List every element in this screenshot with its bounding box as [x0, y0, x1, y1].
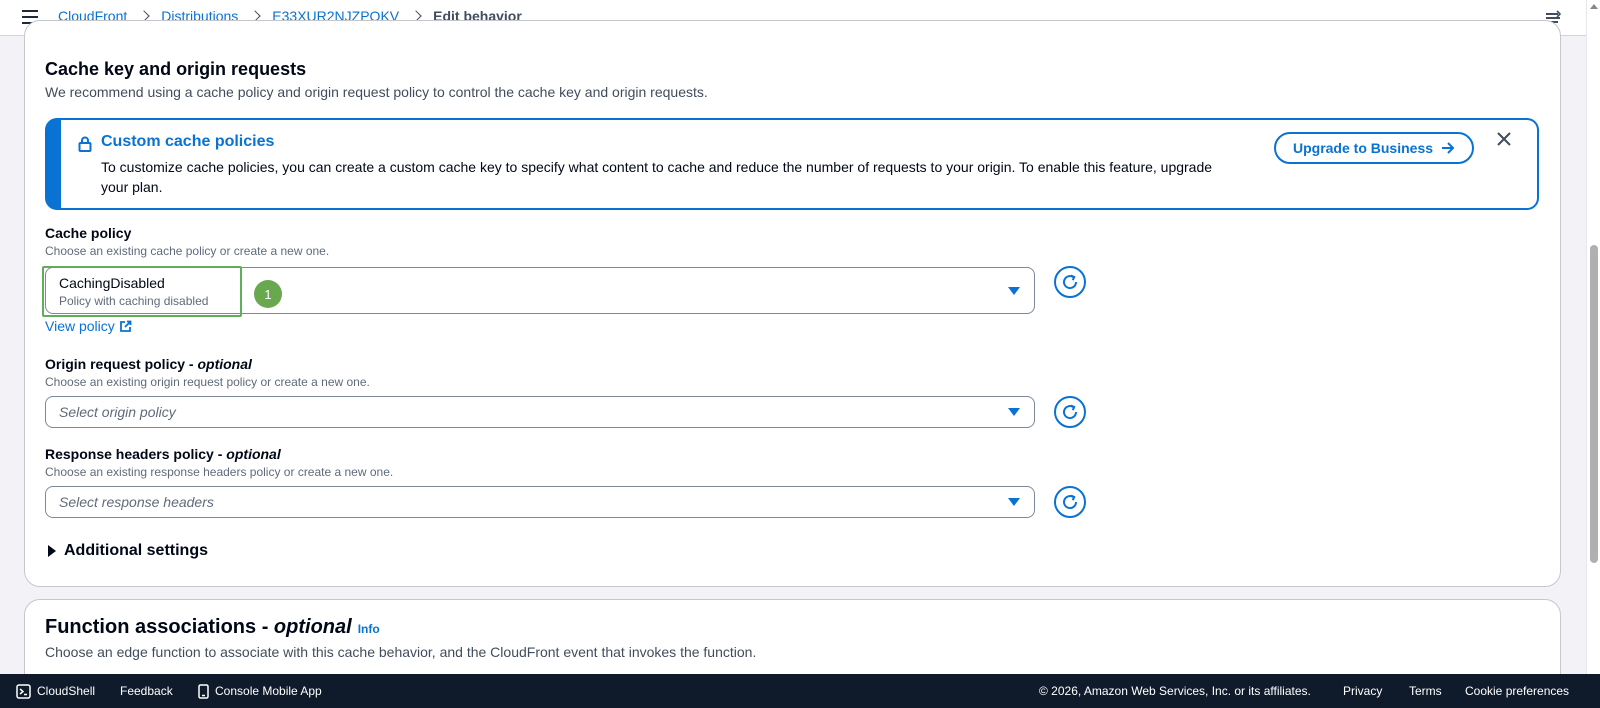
- console-mobile-app-label: Console Mobile App: [215, 684, 322, 698]
- additional-settings-expander[interactable]: Additional settings: [48, 542, 208, 560]
- highlight-box: [42, 266, 242, 317]
- external-link-icon: [119, 320, 132, 332]
- additional-settings-label: Additional settings: [64, 542, 208, 559]
- caret-down-icon: [1008, 498, 1020, 506]
- privacy-link[interactable]: Privacy: [1343, 684, 1382, 698]
- function-associations-description: Choose an edge function to associate wit…: [45, 644, 757, 660]
- refresh-icon: [1063, 404, 1078, 420]
- origin-request-policy-label-text: Origin request policy -: [45, 356, 198, 372]
- mobile-phone-icon: [198, 683, 209, 699]
- origin-request-policy-placeholder: Select origin policy: [59, 404, 176, 420]
- function-associations-title-text: Function associations -: [45, 616, 274, 638]
- lock-icon: [78, 136, 92, 152]
- privacy-label: Privacy: [1343, 684, 1383, 698]
- terminal-icon: [16, 683, 31, 699]
- alert-title: Custom cache policies: [101, 133, 275, 150]
- refresh-icon: [1063, 274, 1078, 290]
- feedback-label: Feedback: [120, 684, 173, 698]
- terms-label: Terms: [1409, 684, 1442, 698]
- cookie-preferences-label: Cookie preferences: [1465, 684, 1570, 698]
- refresh-origin-policy-button[interactable]: [1054, 396, 1086, 428]
- terms-link[interactable]: Terms: [1409, 684, 1442, 698]
- origin-request-policy-label: Origin request policy - optional: [45, 356, 252, 372]
- scrollbar-thumb[interactable]: [1590, 245, 1598, 563]
- response-headers-policy-select[interactable]: Select response headers: [45, 486, 1035, 518]
- optional-tag: optional: [273, 616, 352, 638]
- scroll-up-arrow-icon[interactable]: [1590, 4, 1598, 9]
- view-policy-label: View policy: [45, 318, 115, 334]
- response-headers-policy-placeholder: Select response headers: [59, 494, 214, 510]
- alert-text: To customize cache policies, you can cre…: [101, 159, 1213, 195]
- upgrade-button-label: Upgrade to Business: [1292, 140, 1434, 156]
- refresh-response-headers-button[interactable]: [1054, 486, 1086, 518]
- console-footer: CloudShell Feedback Console Mobile App ©…: [0, 674, 1600, 708]
- cookie-preferences-link[interactable]: Cookie preferences: [1465, 684, 1569, 698]
- cloudshell-button[interactable]: CloudShell: [16, 683, 96, 699]
- cloudshell-label: CloudShell: [37, 684, 96, 698]
- caret-down-icon: [1008, 287, 1020, 295]
- origin-request-policy-description: Choose an existing origin request policy…: [45, 375, 370, 389]
- upgrade-to-business-button[interactable]: Upgrade to Business: [1274, 132, 1474, 164]
- annotation-badge: 1: [254, 280, 282, 308]
- response-headers-policy-label-text: Response headers policy -: [45, 446, 227, 462]
- close-icon[interactable]: [1495, 130, 1513, 148]
- view-policy-link[interactable]: View policy: [45, 318, 132, 334]
- response-headers-policy-label: Response headers policy - optional: [45, 446, 281, 462]
- scrollbar[interactable]: [1586, 0, 1600, 674]
- console-mobile-app-link[interactable]: Console Mobile App: [198, 683, 322, 699]
- feedback-link[interactable]: Feedback: [120, 684, 173, 698]
- info-link[interactable]: Info: [358, 622, 380, 636]
- optional-tag: optional: [226, 446, 281, 462]
- cache-policy-description: Choose an existing cache policy or creat…: [45, 244, 330, 258]
- origin-request-policy-select[interactable]: Select origin policy: [45, 396, 1035, 428]
- refresh-icon: [1063, 494, 1078, 510]
- section-title: Cache key and origin requests: [45, 59, 307, 79]
- arrow-right-icon: [1442, 142, 1455, 154]
- caret-right-icon: [48, 545, 56, 557]
- function-associations-title: Function associations - optional Info: [45, 616, 380, 639]
- caret-down-icon: [1008, 408, 1020, 416]
- copyright-text: © 2026, Amazon Web Services, Inc. or its…: [1039, 684, 1311, 698]
- refresh-cache-policy-button[interactable]: [1054, 266, 1086, 298]
- response-headers-policy-description: Choose an existing response headers poli…: [45, 465, 394, 479]
- cache-policy-label: Cache policy: [45, 225, 132, 241]
- section-description: We recommend using a cache policy and or…: [45, 84, 708, 100]
- optional-tag: optional: [197, 356, 252, 372]
